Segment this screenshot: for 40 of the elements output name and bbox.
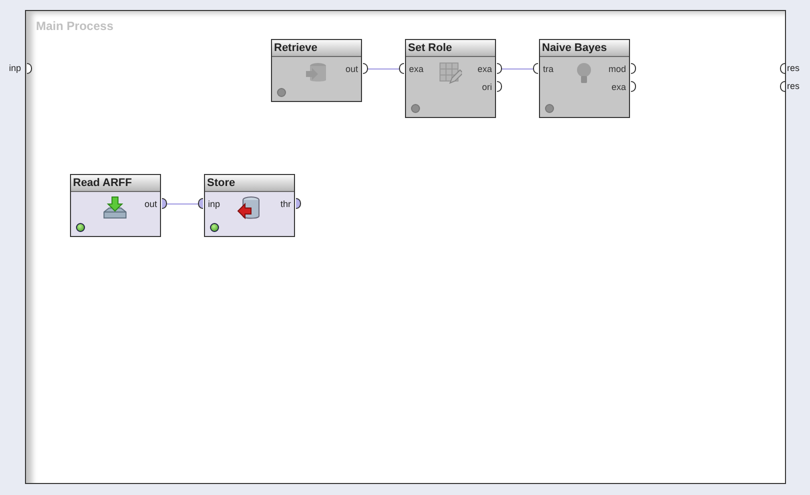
input-port[interactable]: [27, 62, 32, 74]
port-label: ori: [482, 81, 492, 93]
output-port[interactable]: [497, 81, 502, 92]
output-port[interactable]: [296, 198, 301, 209]
input-port[interactable]: [399, 63, 404, 74]
port-label: thr: [280, 198, 291, 210]
process-title: Main Process: [36, 19, 114, 33]
operator-node[interactable]: Set Role exa exa ori: [405, 39, 496, 118]
download-tray-icon: [103, 196, 127, 220]
operator-node[interactable]: Store inp thr: [204, 174, 295, 237]
port-label: mod: [608, 63, 626, 75]
operator-node[interactable]: Retrieve out: [271, 39, 362, 102]
operator-title: Naive Bayes: [540, 40, 629, 57]
output-port[interactable]: [631, 63, 636, 74]
operator-title: Store: [205, 175, 294, 192]
operator-node[interactable]: Naive Bayes tra mod exa: [539, 39, 630, 118]
database-arrow-icon: [237, 196, 261, 220]
output-port[interactable]: [497, 63, 502, 74]
port-label: out: [144, 198, 157, 210]
input-port[interactable]: [198, 198, 203, 209]
port-label: exa: [611, 81, 626, 93]
port-label: out: [345, 63, 358, 75]
port-label: inp: [208, 198, 220, 210]
operator-title: Retrieve: [272, 40, 361, 57]
port-label: exa: [409, 63, 424, 75]
output-port[interactable]: [631, 81, 636, 92]
operator-node[interactable]: Read ARFF out: [70, 174, 161, 237]
output-port[interactable]: [162, 198, 167, 209]
port-label: tra: [543, 63, 554, 75]
input-port[interactable]: [533, 63, 538, 74]
port-label: res: [787, 80, 800, 92]
port-label: exa: [477, 63, 492, 75]
output-port[interactable]: [780, 80, 785, 92]
operator-title: Set Role: [406, 40, 495, 57]
operator-title: Read ARFF: [71, 175, 160, 192]
port-label: inp: [9, 62, 22, 74]
table-pencil-icon: [438, 61, 462, 85]
output-port[interactable]: [363, 63, 368, 74]
output-port[interactable]: [780, 62, 785, 74]
port-label: res: [787, 62, 800, 74]
